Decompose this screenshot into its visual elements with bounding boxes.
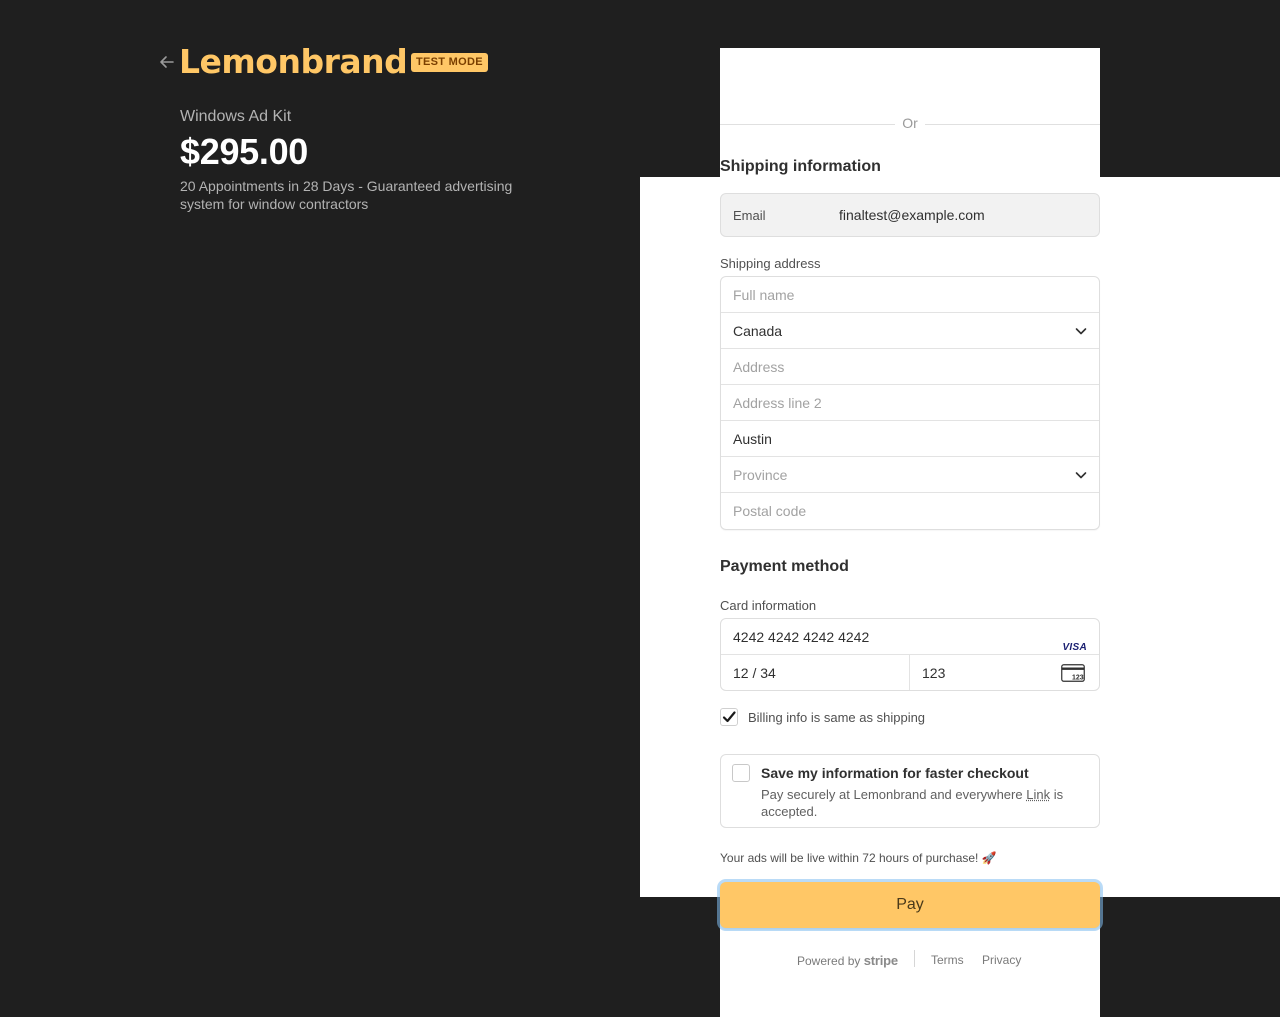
province-placeholder: Province xyxy=(733,467,788,483)
expiry-value: 12 / 34 xyxy=(733,665,776,681)
cvc-card-icon: 123 xyxy=(1061,664,1085,682)
address-line2-placeholder: Address line 2 xyxy=(733,395,822,411)
footer-separator xyxy=(914,950,915,967)
shipping-address-group: Full name Canada Address Address line 2 … xyxy=(720,276,1100,530)
or-text: Or xyxy=(902,115,918,131)
address-line2-input[interactable]: Address line 2 xyxy=(721,385,1099,421)
save-info-title: Save my information for faster checkout xyxy=(761,765,1029,781)
save-info-box[interactable]: Save my information for faster checkout … xyxy=(720,754,1100,828)
product-description: 20 Appointments in 28 Days - Guaranteed … xyxy=(180,178,513,212)
save-info-checkbox[interactable] xyxy=(732,764,750,782)
chevron-down-icon xyxy=(1075,472,1087,479)
full-name-placeholder: Full name xyxy=(733,287,795,303)
save-info-subtitle: Pay securely at Lemonbrand and everywher… xyxy=(761,786,1071,820)
city-input[interactable]: Austin xyxy=(721,421,1099,457)
delivery-notice: Your ads will be live within 72 hours of… xyxy=(720,851,997,865)
card-number-value: 4242 4242 4242 4242 xyxy=(733,629,870,645)
billing-same-checkbox[interactable] xyxy=(720,708,738,726)
email-label: Email xyxy=(733,208,766,223)
privacy-link[interactable]: Privacy xyxy=(982,953,1021,967)
card-info-group: 4242 4242 4242 4242 VISA 12 / 34 123 123 xyxy=(720,618,1100,691)
checkmark-icon xyxy=(722,711,736,723)
cvc-input[interactable]: 123 123 xyxy=(910,655,1099,690)
province-select[interactable]: Province xyxy=(721,457,1099,493)
shipping-address-label: Shipping address xyxy=(720,256,821,271)
back-arrow-icon[interactable] xyxy=(158,53,176,71)
country-select[interactable]: Canada xyxy=(721,313,1099,349)
email-field[interactable]: Email finaltest@example.com xyxy=(720,193,1100,237)
city-value: Austin xyxy=(733,431,772,447)
powered-by-text: Powered by xyxy=(797,954,861,968)
billing-same-label: Billing info is same as shipping xyxy=(748,710,926,725)
stripe-logo: stripe xyxy=(863,953,898,968)
address-input[interactable]: Address xyxy=(721,349,1099,385)
divider-line xyxy=(925,124,1100,125)
footer: Powered by stripe Terms Privacy xyxy=(720,950,1100,970)
postal-code-input[interactable]: Postal code xyxy=(721,493,1099,529)
brand-logo: Lemonbrand xyxy=(179,42,408,81)
chevron-down-icon xyxy=(1075,328,1087,335)
powered-by[interactable]: Powered by stripe xyxy=(797,953,898,968)
or-divider: Or xyxy=(720,114,1100,134)
card-info-label: Card information xyxy=(720,598,817,613)
save-info-subtitle-text: Pay securely at Lemonbrand and everywher… xyxy=(761,787,1023,802)
address-placeholder: Address xyxy=(733,359,785,375)
card-number-input[interactable]: 4242 4242 4242 4242 VISA xyxy=(721,619,1099,655)
product-name: Windows Ad Kit xyxy=(180,108,292,125)
terms-link[interactable]: Terms xyxy=(931,953,964,967)
country-value: Canada xyxy=(733,323,783,339)
test-mode-badge: TEST MODE xyxy=(411,53,488,72)
shipping-title: Shipping information xyxy=(720,158,881,175)
email-value[interactable]: finaltest@example.com xyxy=(839,207,985,223)
expiry-input[interactable]: 12 / 34 xyxy=(721,655,910,690)
link-link[interactable]: Link xyxy=(1026,787,1050,802)
postal-code-placeholder: Postal code xyxy=(733,503,807,519)
cvc-icon-text: 123 xyxy=(1072,675,1084,682)
cvc-value: 123 xyxy=(922,665,946,681)
product-price: $295.00 xyxy=(180,131,309,172)
payment-title: Payment method xyxy=(720,558,849,575)
full-name-input[interactable]: Full name xyxy=(721,277,1099,313)
pay-button[interactable]: Pay xyxy=(720,882,1100,928)
